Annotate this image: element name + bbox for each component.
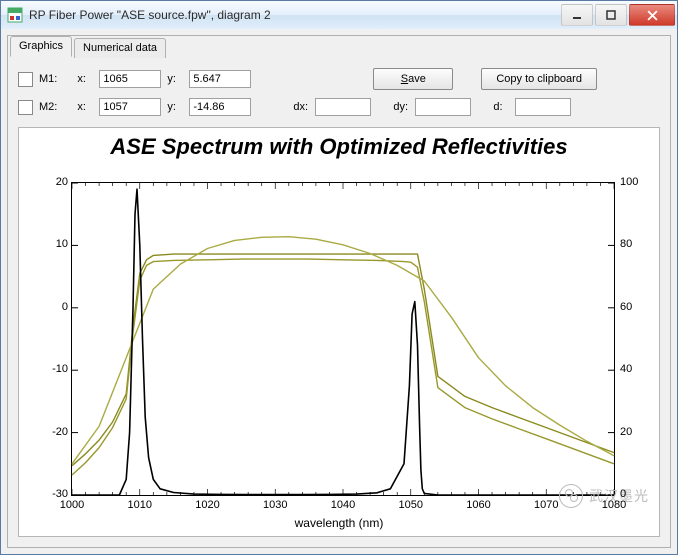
x-tick-label: 1030 xyxy=(260,499,290,511)
maximize-button[interactable] xyxy=(595,4,627,26)
x-tick-label: 1010 xyxy=(125,499,155,511)
tab-graphics[interactable]: Graphics xyxy=(10,36,72,57)
m2-x-input[interactable] xyxy=(99,98,161,116)
y-left-tick-label: -30 xyxy=(38,488,68,500)
d-label: d: xyxy=(493,101,509,113)
y-left-tick-label: -10 xyxy=(38,363,68,375)
window-title: RP Fiber Power "ASE source.fpw", diagram… xyxy=(29,8,553,22)
y-right-tick-label: 100 xyxy=(620,176,638,188)
m1-y-label: y: xyxy=(167,73,183,85)
x-tick-label: 1060 xyxy=(464,499,494,511)
window-controls xyxy=(559,4,675,26)
x-tick-label: 1050 xyxy=(396,499,426,511)
m2-y-label: y: xyxy=(167,101,183,113)
tab-pane: Graphics Numerical data M1: x: y: xyxy=(7,35,671,548)
m2-y-input[interactable] xyxy=(189,98,251,116)
tab-content-graphics: M1: x: y: Save Copy to clipboard xyxy=(8,57,670,547)
d-input[interactable] xyxy=(515,98,571,116)
marker-row-2: M2: x: y: dx: dy: d: xyxy=(18,95,660,119)
chart-container: ASE Spectrum with Optimized Reflectiviti… xyxy=(18,127,660,537)
y-left-tick-label: 10 xyxy=(38,238,68,250)
titlebar: RP Fiber Power "ASE source.fpw", diagram… xyxy=(1,1,677,30)
m2-x-label: x: xyxy=(77,101,93,113)
dy-input[interactable] xyxy=(415,98,471,116)
x-axis-label: wavelength (nm) xyxy=(19,516,659,530)
y-right-tick-label: 80 xyxy=(620,238,632,250)
m1-y-input[interactable] xyxy=(189,70,251,88)
chart-title: ASE Spectrum with Optimized Reflectiviti… xyxy=(19,134,659,160)
tab-numerical-data[interactable]: Numerical data xyxy=(74,38,166,58)
copy-label: Copy to clipboard xyxy=(496,73,582,85)
m1-label: M1: xyxy=(39,73,57,85)
x-tick-label: 1000 xyxy=(57,499,87,511)
m1-x-label: x: xyxy=(77,73,93,85)
copy-clipboard-button[interactable]: Copy to clipboard xyxy=(481,68,597,90)
m1-x-input[interactable] xyxy=(99,70,161,88)
app-icon xyxy=(7,7,23,23)
dx-label: dx: xyxy=(293,101,309,113)
save-button[interactable]: Save xyxy=(373,68,453,90)
watermark-icon xyxy=(559,484,583,508)
x-tick-label: 1080 xyxy=(599,499,629,511)
app-window: RP Fiber Power "ASE source.fpw", diagram… xyxy=(0,0,678,555)
client-area: Graphics Numerical data M1: x: y: xyxy=(1,29,677,554)
x-tick-label: 1070 xyxy=(531,499,561,511)
y-left-tick-label: 20 xyxy=(38,176,68,188)
x-tick-label: 1040 xyxy=(328,499,358,511)
tab-label: Numerical data xyxy=(83,42,157,54)
m1-checkbox[interactable] xyxy=(18,72,33,87)
plot-area[interactable] xyxy=(71,182,615,496)
y-left-tick-label: -20 xyxy=(38,426,68,438)
y-left-tick-label: 0 xyxy=(38,301,68,313)
dx-input[interactable] xyxy=(315,98,371,116)
y-right-tick-label: 0 xyxy=(620,488,626,500)
m2-checkbox[interactable] xyxy=(18,100,33,115)
x-tick-label: 1020 xyxy=(193,499,223,511)
close-button[interactable] xyxy=(629,4,675,26)
tab-label: Graphics xyxy=(19,40,63,52)
save-btn-rest: ave xyxy=(408,73,426,85)
tab-strip: Graphics Numerical data xyxy=(10,35,168,57)
y-right-tick-label: 60 xyxy=(620,301,632,313)
marker-row-1: M1: x: y: Save Copy to clipboard xyxy=(18,67,660,91)
m2-label: M2: xyxy=(39,101,57,113)
dy-label: dy: xyxy=(393,101,409,113)
y-right-tick-label: 20 xyxy=(620,426,632,438)
minimize-button[interactable] xyxy=(561,4,593,26)
y-right-tick-label: 40 xyxy=(620,363,632,375)
